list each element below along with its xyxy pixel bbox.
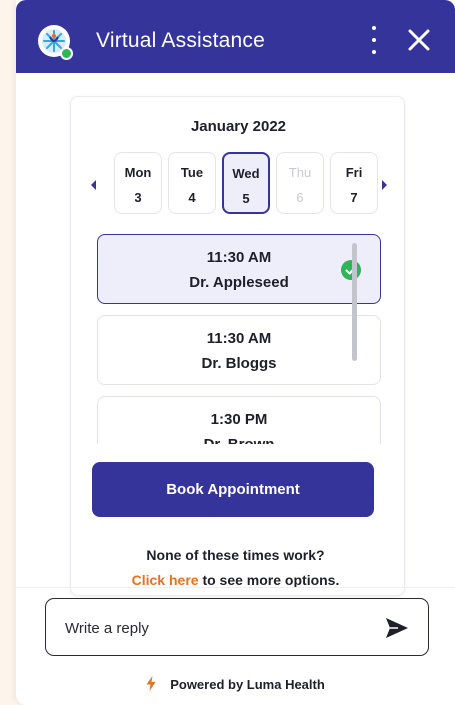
- day-name: Mon: [124, 165, 152, 180]
- luma-health-logo-icon: [38, 25, 73, 60]
- close-icon: [408, 29, 430, 51]
- time-slot-list[interactable]: 11:30 AM Dr. Appleseed 11:30 AM Dr. Blog…: [97, 234, 382, 444]
- no-times-text: None of these times work?: [146, 547, 325, 563]
- day-wed[interactable]: Wed 5: [222, 152, 270, 214]
- close-button[interactable]: [406, 27, 432, 53]
- caret-left-icon: [91, 180, 96, 190]
- vertical-dots-icon: [372, 26, 376, 30]
- chat-title: Virtual Assistance: [96, 29, 265, 52]
- day-number: 7: [350, 190, 358, 205]
- day-name: Thu: [288, 165, 312, 180]
- check-circle-icon: [341, 260, 361, 280]
- send-button[interactable]: [384, 616, 410, 640]
- day-number: 3: [134, 190, 142, 205]
- chat-header: Virtual Assistance: [16, 0, 455, 73]
- day-name: Tue: [180, 165, 204, 180]
- day-number: 4: [188, 190, 196, 205]
- slot-time: 11:30 AM: [206, 330, 272, 347]
- slot-doctor: Dr. Brown: [98, 436, 380, 444]
- send-icon: [386, 618, 408, 638]
- more-options-text: to see more options.: [198, 572, 340, 588]
- more-options-line: Click here to see more options.: [16, 572, 455, 588]
- slot-doctor: Dr. Appleseed: [189, 274, 289, 291]
- online-status-dot: [60, 47, 73, 60]
- day-fri[interactable]: Fri 7: [330, 152, 378, 214]
- lightning-bolt-icon: [146, 676, 156, 691]
- chat-widget: Virtual Assistance January 2022 Mon 3 Tu…: [16, 0, 455, 705]
- reply-box: [45, 598, 429, 656]
- powered-by-footer: Powered by Luma Health: [16, 676, 455, 692]
- slot-time: 1:30 PM: [210, 411, 268, 428]
- calendar-month: January 2022: [190, 118, 287, 135]
- caret-right-icon: [382, 180, 387, 190]
- previous-days-button[interactable]: [88, 177, 100, 193]
- day-name: Fri: [345, 165, 363, 180]
- next-days-button[interactable]: [378, 177, 390, 193]
- time-slot[interactable]: 11:30 AM Dr. Appleseed: [97, 234, 381, 304]
- book-appointment-button[interactable]: Book Appointment: [92, 462, 374, 517]
- reply-input[interactable]: [65, 616, 365, 640]
- day-thu: Thu 6: [276, 152, 324, 214]
- slot-doctor: Dr. Bloggs: [201, 355, 277, 372]
- day-number: 6: [296, 190, 304, 205]
- click-here-link[interactable]: Click here: [132, 572, 199, 588]
- more-options-button[interactable]: [366, 26, 382, 54]
- day-number: 5: [242, 191, 250, 206]
- day-name: Wed: [232, 166, 260, 181]
- time-slot[interactable]: 11:30 AM Dr. Bloggs: [97, 315, 381, 385]
- day-mon[interactable]: Mon 3: [114, 152, 162, 214]
- powered-by-text: Powered by Luma Health: [170, 677, 325, 692]
- day-tue[interactable]: Tue 4: [168, 152, 216, 214]
- divider: [16, 587, 455, 588]
- time-slot[interactable]: 1:30 PM Dr. Brown: [97, 396, 381, 444]
- slot-list-scrollbar[interactable]: [352, 243, 357, 361]
- slot-time: 11:30 AM: [206, 249, 272, 266]
